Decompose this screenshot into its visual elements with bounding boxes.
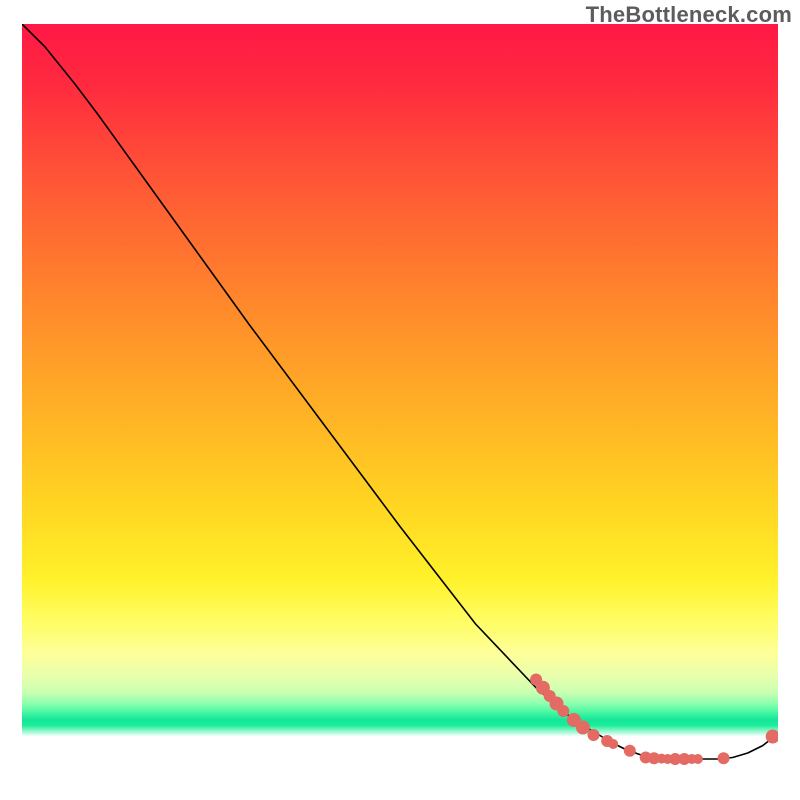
- curve-layer: [22, 24, 778, 774]
- data-marker: [557, 705, 569, 717]
- data-marker: [693, 754, 703, 764]
- data-marker: [608, 739, 618, 749]
- plot-area: [22, 24, 778, 774]
- data-marker: [588, 729, 600, 741]
- curve-line: [22, 24, 778, 759]
- data-marker: [624, 745, 636, 757]
- data-marker: [576, 721, 590, 735]
- watermark-text: TheBottleneck.com: [586, 2, 792, 28]
- chart-root: TheBottleneck.com: [0, 0, 800, 800]
- markers-group: [530, 674, 778, 766]
- data-marker: [718, 752, 730, 764]
